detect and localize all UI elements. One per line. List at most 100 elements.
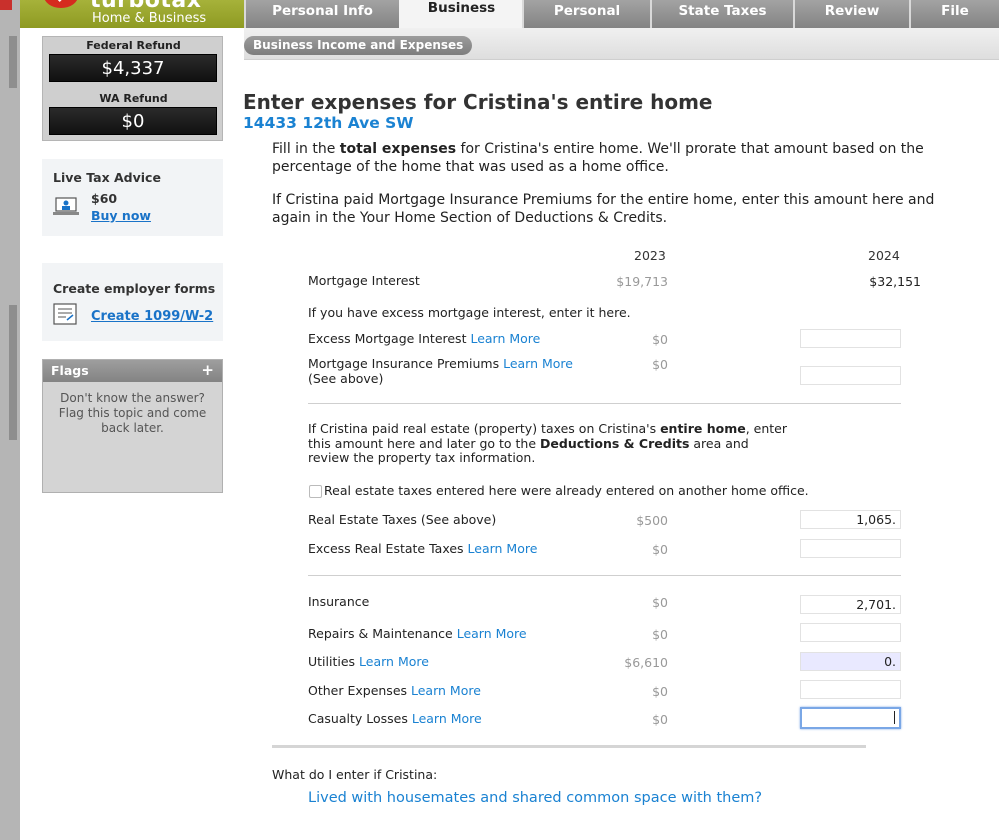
flags-panel: Flags + Don't know the answer? Flag this…: [42, 359, 223, 493]
window-edge-mark: [9, 305, 17, 440]
tab-business[interactable]: Business: [399, 0, 522, 28]
mortgage-insurance-see-above: (See above): [308, 370, 384, 386]
already-entered-checkbox-label: Real estate taxes entered here were alre…: [324, 483, 809, 498]
housemates-help-link[interactable]: Lived with housemates and shared common …: [308, 790, 762, 806]
mortgage-insurance-2023: $0: [652, 357, 668, 372]
excess-real-estate-taxes-input[interactable]: [800, 539, 901, 558]
checkmark-logo-icon: [44, 0, 78, 8]
create-1099-w2-link[interactable]: Create 1099/W-2: [91, 309, 213, 324]
already-entered-checkbox[interactable]: [309, 485, 322, 498]
other-expenses-label: Other Expenses Learn More: [308, 683, 481, 699]
utilities-2023: $6,610: [624, 655, 668, 670]
excess-real-estate-taxes-label: Excess Real Estate Taxes Learn More: [308, 541, 538, 557]
casualty-losses-input[interactable]: [800, 707, 901, 729]
excess-mortgage-interest-input[interactable]: [800, 329, 901, 348]
tab-state-taxes[interactable]: State Taxes: [650, 0, 793, 28]
insurance-2023: $0: [652, 595, 668, 610]
tab-personal[interactable]: Personal: [522, 0, 650, 28]
mortgage-interest-2023: $19,713: [616, 274, 668, 289]
other-expenses-learn-more-link[interactable]: Learn More: [411, 683, 481, 698]
excess-mortgage-learn-more-link[interactable]: Learn More: [470, 331, 540, 346]
repairs-maintenance-2023: $0: [652, 627, 668, 642]
repairs-text: Repairs & Maintenance: [308, 626, 457, 641]
tab-personal-info[interactable]: Personal Info: [244, 0, 399, 28]
tab-review[interactable]: Review: [793, 0, 909, 28]
live-tax-advice-price: $60: [91, 191, 118, 206]
turbotax-logo: turbotax Home & Business: [20, 0, 244, 28]
refund-meter: Federal Refund $4,337 WA Refund $0: [42, 36, 223, 141]
flags-header: Flags +: [43, 360, 222, 382]
excess-re-taxes-learn-more-link[interactable]: Learn More: [468, 541, 538, 556]
excess-mortgage-interest-label: Excess Mortgage Interest Learn More: [308, 331, 540, 347]
excess-mortgage-interest-2023: $0: [652, 332, 668, 347]
employer-forms-panel: Create employer forms Create 1099/W-2: [42, 263, 223, 341]
repairs-maintenance-input[interactable]: [800, 623, 901, 642]
subtab-business-income-expenses[interactable]: Business Income and Expenses: [244, 36, 473, 55]
mortgage-insurance-premiums-label: Mortgage Insurance Premiums Learn More (S…: [308, 356, 573, 386]
casualty-losses-text: Casualty Losses: [308, 711, 412, 726]
live-tax-advice-title: Live Tax Advice: [53, 170, 161, 185]
bottom-divider: [272, 745, 866, 748]
excess-mortgage-note: If you have excess mortgage interest, en…: [308, 305, 631, 320]
excess-real-estate-taxes-2023: $0: [652, 542, 668, 557]
flags-title: Flags: [51, 363, 89, 378]
mortgage-insurance-text: Mortgage Insurance Premiums: [308, 356, 504, 371]
re-note-bold-deductions: Deductions & Credits: [540, 435, 690, 451]
re-note-text: If Cristina paid real estate (property) …: [308, 421, 661, 436]
intro-paragraph: Fill in the total expenses for Cristina'…: [272, 141, 937, 176]
utilities-label: Utilities Learn More: [308, 654, 429, 670]
re-note-bold-entire-home: entire home: [660, 421, 746, 436]
mortgage-interest-2024: $32,151: [869, 274, 921, 289]
federal-refund-value[interactable]: $4,337: [49, 54, 217, 82]
utilities-text: Utilities: [308, 654, 360, 669]
window-edge-marker: [0, 0, 12, 10]
federal-refund-label: Federal Refund: [86, 39, 181, 52]
casualty-losses-2023: $0: [652, 712, 668, 727]
laptop-advisor-icon: [53, 197, 79, 215]
excess-mortgage-interest-text: Excess Mortgage Interest: [308, 331, 471, 346]
window-left-edge: [0, 0, 20, 840]
real-estate-taxes-label: Real Estate Taxes (See above): [308, 512, 497, 527]
real-estate-taxes-input[interactable]: 1,065.: [800, 510, 901, 529]
tab-file[interactable]: File: [909, 0, 999, 28]
page-title: Enter expenses for Cristina's entire hom…: [243, 90, 713, 114]
buy-now-link[interactable]: Buy now: [91, 208, 151, 223]
edition-name: Home & Business: [92, 11, 207, 26]
utilities-learn-more-link[interactable]: Learn More: [359, 654, 429, 669]
top-navigation-bar: turbotax Home & Business Personal Info B…: [20, 0, 999, 28]
insurance-input[interactable]: 2,701.: [800, 595, 901, 614]
sub-navigation-bar: Business Income and Expenses: [244, 28, 999, 60]
utilities-input[interactable]: 0.: [800, 652, 901, 671]
help-question-title: What do I enter if Cristina:: [272, 767, 438, 782]
form-document-icon: [53, 303, 77, 325]
app-page: turbotax Home & Business Personal Info B…: [20, 0, 999, 840]
mortgage-insurance-learn-more-link[interactable]: Learn More: [503, 356, 573, 371]
other-expenses-2023: $0: [652, 684, 668, 699]
section-divider: [308, 575, 901, 576]
flags-help-text: Don't know the answer? Flag this topic a…: [58, 391, 207, 435]
repairs-learn-more-link[interactable]: Learn More: [457, 626, 527, 641]
repairs-maintenance-label: Repairs & Maintenance Learn More: [308, 626, 527, 642]
excess-re-taxes-text: Excess Real Estate Taxes: [308, 541, 468, 556]
real-estate-note: If Cristina paid real estate (property) …: [308, 421, 788, 466]
column-header-2023: 2023: [634, 248, 666, 263]
mortgage-insurance-note: If Cristina paid Mortgage Insurance Prem…: [272, 192, 935, 226]
column-header-2024: 2024: [868, 248, 900, 263]
section-divider: [308, 403, 901, 404]
live-tax-advice-panel: Live Tax Advice $60 Buy now: [42, 159, 223, 236]
home-address: 14433 12th Ave SW: [243, 114, 414, 132]
real-estate-taxes-2023: $500: [636, 513, 668, 528]
window-edge-mark: [9, 36, 17, 88]
other-expenses-text: Other Expenses: [308, 683, 411, 698]
other-expenses-input[interactable]: [800, 680, 901, 699]
mortgage-insurance-input[interactable]: [800, 366, 901, 385]
employer-forms-title: Create employer forms: [53, 281, 216, 296]
state-refund-value[interactable]: $0: [49, 107, 217, 135]
casualty-losses-learn-more-link[interactable]: Learn More: [412, 711, 482, 726]
state-refund-label: WA Refund: [99, 92, 168, 105]
intro-text: Fill in the: [272, 141, 340, 157]
intro-bold-text: total expenses: [339, 141, 457, 157]
add-flag-icon[interactable]: +: [201, 361, 214, 379]
main-tabs: Personal Info Business Personal State Ta…: [244, 0, 999, 28]
casualty-losses-label: Casualty Losses Learn More: [308, 711, 482, 727]
